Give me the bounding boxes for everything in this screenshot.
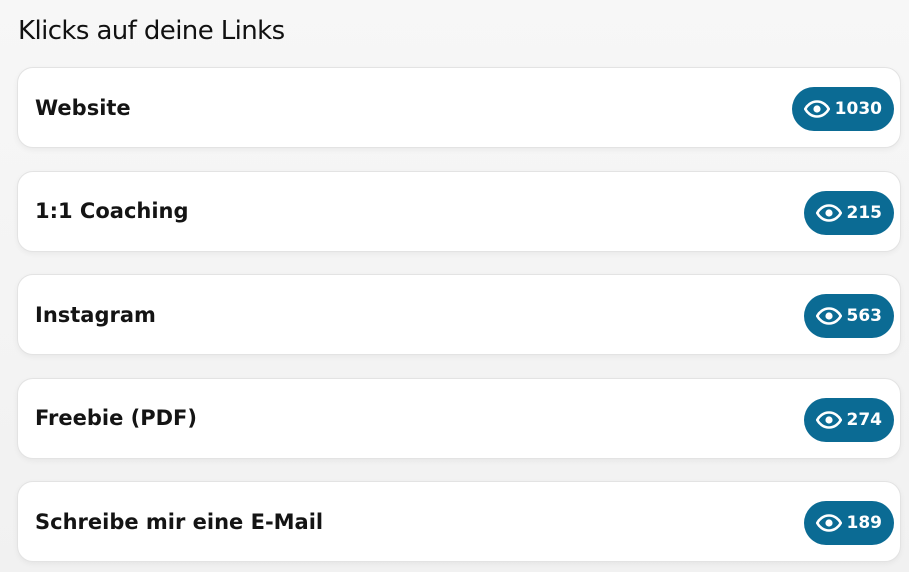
click-count-badge: 274 [803,397,894,442]
click-count: 1030 [834,99,882,119]
click-count-badge: 1030 [791,87,894,131]
click-count: 563 [846,306,883,326]
link-row-coaching[interactable]: 1:1 Coaching 215 [17,170,901,252]
eye-icon [815,410,842,429]
click-count-badge: 189 [803,501,894,545]
link-list: Website 1030 1:1 Coaching 215 Instagram [17,67,901,562]
click-count-badge: 215 [803,190,894,235]
link-label: Freebie (PDF) [35,406,197,430]
link-label: 1:1 Coaching [35,199,189,223]
eye-icon [815,203,842,222]
click-count: 274 [846,409,883,430]
link-label: Instagram [35,302,156,327]
click-count: 215 [846,202,883,223]
link-row-website[interactable]: Website 1030 [17,67,901,148]
link-label: Schreibe mir eine E-Mail [35,509,324,534]
click-count-badge: 563 [803,294,894,338]
link-row-instagram[interactable]: Instagram 563 [17,274,901,355]
link-row-freebie[interactable]: Freebie (PDF) 274 [17,377,901,459]
eye-icon [815,514,842,532]
eye-icon [803,100,830,118]
eye-icon [815,307,842,325]
link-row-email[interactable]: Schreibe mir eine E-Mail 189 [17,481,901,562]
click-count: 189 [846,513,883,533]
page-title: Klicks auf deine Links [18,16,285,46]
link-label: Website [35,95,131,120]
link-clicks-panel: Klicks auf deine Links Website 1030 1:1 … [0,0,909,572]
